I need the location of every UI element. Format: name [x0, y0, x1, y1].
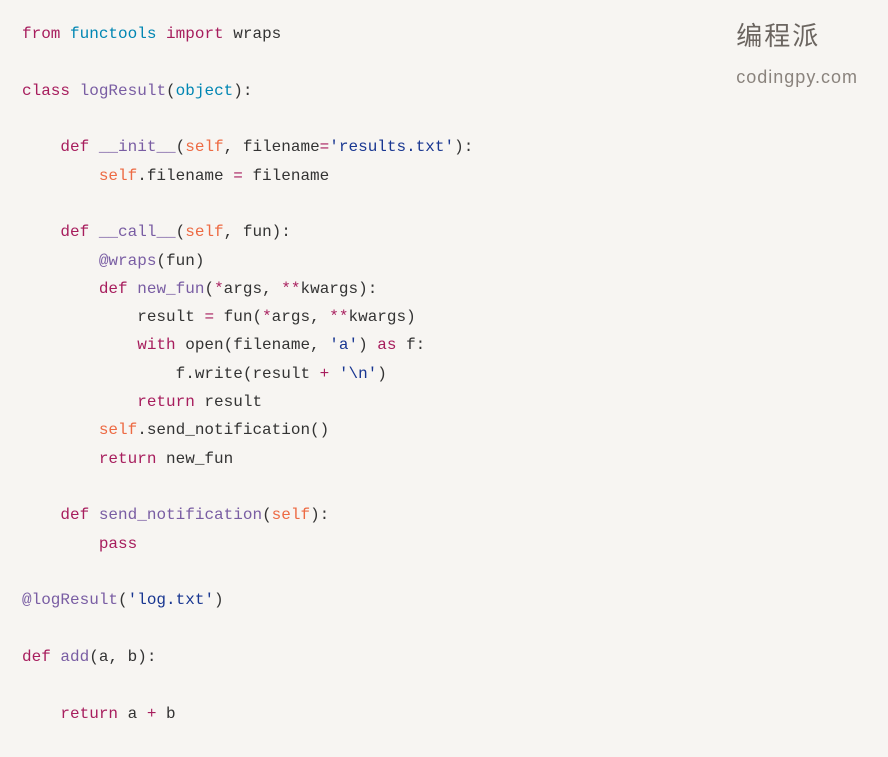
code-line: class logResult(object): — [22, 82, 252, 100]
code-line: def send_notification(self): — [22, 506, 329, 524]
code-block: from functools import wraps class logRes… — [22, 20, 866, 728]
code-line: pass — [22, 535, 137, 553]
code-line: def __init__(self, filename='results.txt… — [22, 138, 473, 156]
code-line: @wraps(fun) — [22, 252, 204, 270]
code-line: self.send_notification() — [22, 421, 329, 439]
code-line: f.write(result + '\n') — [22, 365, 387, 383]
code-line: return a + b — [22, 705, 176, 723]
code-line: result = fun(*args, **kwargs) — [22, 308, 416, 326]
code-line: def add(a, b): — [22, 648, 156, 666]
code-line: return result — [22, 393, 262, 411]
code-line: def __call__(self, fun): — [22, 223, 291, 241]
code-line: @logResult('log.txt') — [22, 591, 224, 609]
code-line: def new_fun(*args, **kwargs): — [22, 280, 377, 298]
code-line: from functools import wraps — [22, 25, 281, 43]
code-line: with open(filename, 'a') as f: — [22, 336, 425, 354]
code-line: return new_fun — [22, 450, 233, 468]
code-line: self.filename = filename — [22, 167, 329, 185]
